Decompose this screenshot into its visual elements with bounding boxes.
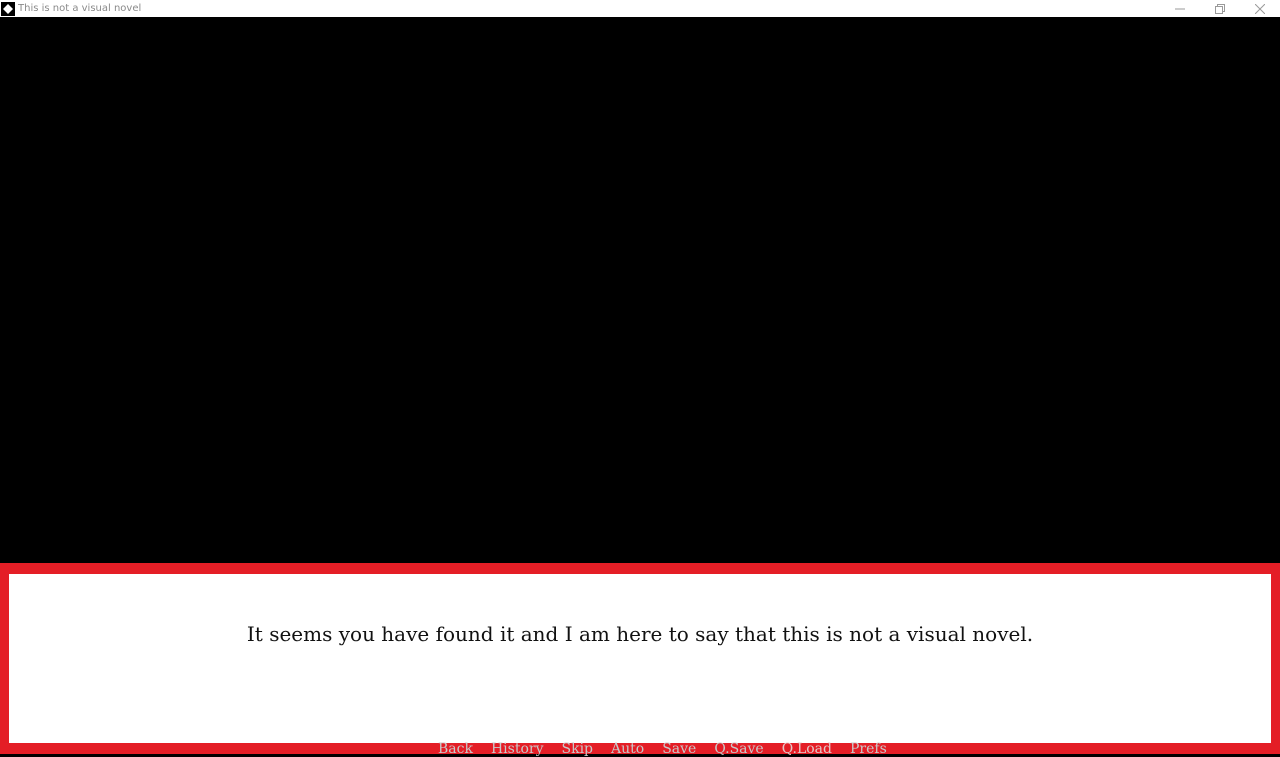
restore-button[interactable] — [1200, 0, 1240, 17]
quick-menu: Back History Skip Auto Save Q.Save Q.Loa… — [429, 741, 896, 757]
dialogue-text: It seems you have found it and I am here… — [246, 622, 1034, 646]
close-icon — [1255, 3, 1265, 14]
textbox-frame: It seems you have found it and I am here… — [0, 563, 1280, 757]
dialogue-box[interactable]: It seems you have found it and I am here… — [9, 574, 1271, 757]
quick-menu-auto[interactable]: Auto — [602, 741, 653, 757]
app-icon — [1, 1, 15, 16]
quick-menu-save[interactable]: Save — [653, 741, 705, 757]
minimize-button[interactable] — [1160, 0, 1200, 17]
quick-menu-back[interactable]: Back — [429, 741, 482, 757]
minimize-icon — [1175, 8, 1185, 9]
game-scene[interactable] — [0, 17, 1280, 563]
restore-icon — [1215, 3, 1225, 14]
close-button[interactable] — [1240, 0, 1280, 17]
quick-menu-qsave[interactable]: Q.Save — [705, 741, 772, 757]
quick-menu-skip[interactable]: Skip — [553, 741, 603, 757]
window-title: This is not a visual novel — [18, 3, 142, 14]
quick-menu-qload[interactable]: Q.Load — [773, 741, 841, 757]
window-controls — [1160, 0, 1280, 17]
quick-menu-prefs[interactable]: Prefs — [841, 741, 896, 757]
quick-menu-history[interactable]: History — [482, 741, 553, 757]
title-bar: This is not a visual novel — [0, 0, 1280, 17]
